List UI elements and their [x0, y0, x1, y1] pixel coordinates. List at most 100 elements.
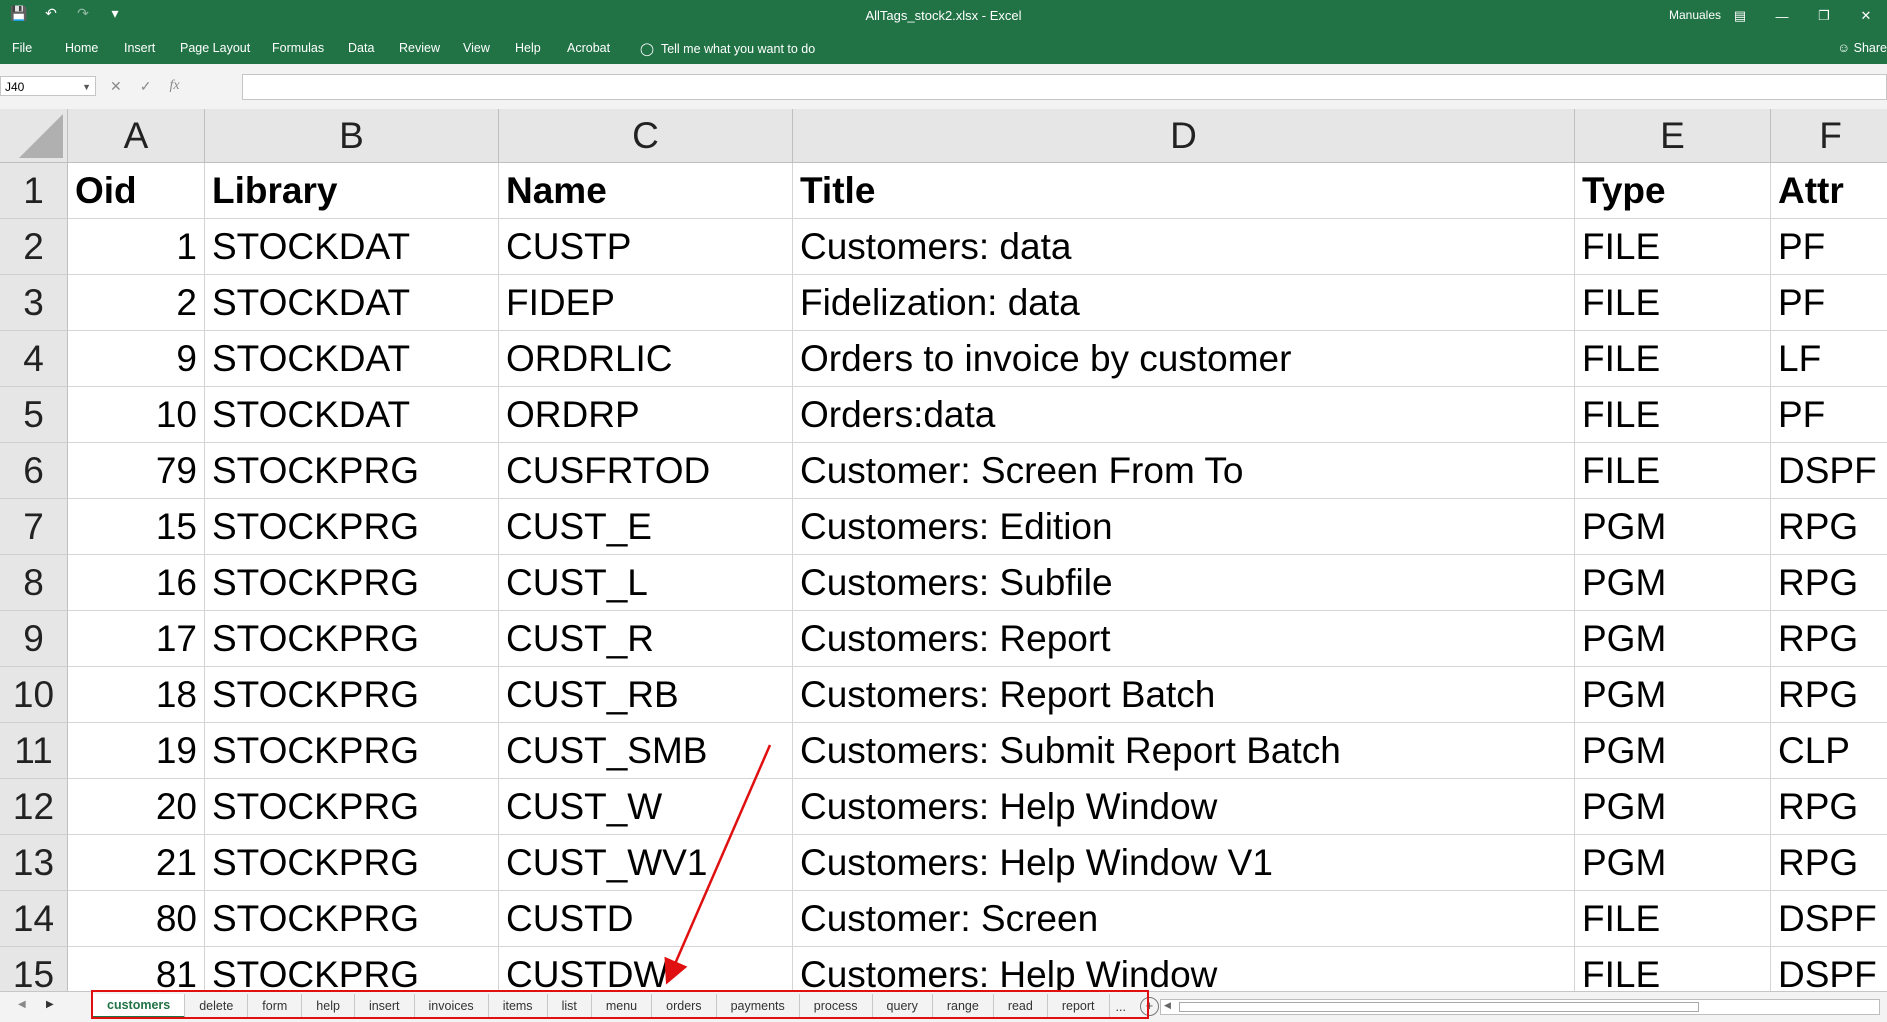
table-cell[interactable]: STOCKPRG: [205, 611, 499, 667]
table-cell[interactable]: Customers: Submit Report Batch: [793, 723, 1575, 779]
tab-home[interactable]: Home: [65, 41, 98, 55]
tab-help[interactable]: Help: [515, 41, 541, 55]
name-box[interactable]: J40 ▼: [0, 76, 96, 96]
column-header-d[interactable]: D: [793, 109, 1575, 163]
sheet-tab-invoices[interactable]: invoices: [415, 994, 489, 1019]
table-cell[interactable]: STOCKPRG: [205, 555, 499, 611]
table-cell[interactable]: ORDRLIC: [499, 331, 793, 387]
header-cell[interactable]: Type: [1575, 163, 1771, 219]
table-cell[interactable]: RPG: [1771, 555, 1887, 611]
row-header[interactable]: 11: [0, 723, 68, 779]
table-cell[interactable]: Orders:data: [793, 387, 1575, 443]
row-header[interactable]: 14: [0, 891, 68, 947]
row-header[interactable]: 7: [0, 499, 68, 555]
table-cell[interactable]: 10: [68, 387, 205, 443]
table-cell[interactable]: Customers: Help Window: [793, 779, 1575, 835]
table-cell[interactable]: ORDRP: [499, 387, 793, 443]
row-header[interactable]: 13: [0, 835, 68, 891]
table-cell[interactable]: STOCKPRG: [205, 891, 499, 947]
table-cell[interactable]: PF: [1771, 219, 1887, 275]
table-cell[interactable]: RPG: [1771, 779, 1887, 835]
table-cell[interactable]: STOCKPRG: [205, 835, 499, 891]
prev-sheet-icon[interactable]: ◀: [18, 999, 26, 1010]
scrollbar-thumb[interactable]: [1179, 1002, 1699, 1012]
table-cell[interactable]: CUSTD: [499, 891, 793, 947]
tell-me-search[interactable]: ◯ Tell me what you want to do: [640, 41, 815, 56]
table-cell[interactable]: CUST_R: [499, 611, 793, 667]
table-cell[interactable]: CUST_WV1: [499, 835, 793, 891]
table-cell[interactable]: Fidelization: data: [793, 275, 1575, 331]
row-header[interactable]: 9: [0, 611, 68, 667]
table-cell[interactable]: FILE: [1575, 443, 1771, 499]
row-header[interactable]: 8: [0, 555, 68, 611]
table-cell[interactable]: CUST_W: [499, 779, 793, 835]
tab-insert[interactable]: Insert: [124, 41, 155, 55]
minimize-icon[interactable]: —: [1761, 0, 1803, 32]
table-cell[interactable]: 80: [68, 891, 205, 947]
table-cell[interactable]: STOCKPRG: [205, 499, 499, 555]
table-cell[interactable]: CUSFRTOD: [499, 443, 793, 499]
sheet-tab-payments[interactable]: payments: [717, 994, 800, 1019]
header-cell[interactable]: Title: [793, 163, 1575, 219]
table-cell[interactable]: STOCKPRG: [205, 779, 499, 835]
more-sheets-button[interactable]: ...: [1110, 1000, 1132, 1014]
column-header-e[interactable]: E: [1575, 109, 1771, 163]
tab-formulas[interactable]: Formulas: [272, 41, 324, 55]
table-cell[interactable]: CLP: [1771, 723, 1887, 779]
table-cell[interactable]: PGM: [1575, 723, 1771, 779]
row-header[interactable]: 4: [0, 331, 68, 387]
table-cell[interactable]: FILE: [1575, 387, 1771, 443]
sheet-tab-list[interactable]: list: [548, 994, 592, 1019]
sheet-tab-help[interactable]: help: [302, 994, 355, 1019]
close-icon[interactable]: ✕: [1845, 0, 1887, 32]
column-header-f[interactable]: F: [1771, 109, 1887, 163]
sheet-tab-report[interactable]: report: [1048, 994, 1110, 1019]
table-cell[interactable]: FILE: [1575, 891, 1771, 947]
table-cell[interactable]: RPG: [1771, 499, 1887, 555]
table-cell[interactable]: STOCKDAT: [205, 275, 499, 331]
table-cell[interactable]: 17: [68, 611, 205, 667]
sheet-tab-form[interactable]: form: [248, 994, 303, 1019]
table-cell[interactable]: PGM: [1575, 611, 1771, 667]
table-cell[interactable]: PGM: [1575, 499, 1771, 555]
row-header[interactable]: 6: [0, 443, 68, 499]
header-cell[interactable]: Name: [499, 163, 793, 219]
tab-page-layout[interactable]: Page Layout: [180, 41, 250, 55]
table-cell[interactable]: 79: [68, 443, 205, 499]
horizontal-scrollbar[interactable]: ◀: [1160, 999, 1880, 1015]
table-cell[interactable]: 9: [68, 331, 205, 387]
cancel-icon[interactable]: ✕: [110, 76, 122, 96]
table-cell[interactable]: STOCKDAT: [205, 219, 499, 275]
scroll-left-icon[interactable]: ◀: [1164, 1000, 1171, 1011]
table-cell[interactable]: CUST_E: [499, 499, 793, 555]
table-cell[interactable]: CUST_RB: [499, 667, 793, 723]
row-header[interactable]: 1: [0, 163, 68, 219]
formula-input[interactable]: [242, 74, 1887, 100]
restore-icon[interactable]: ❐: [1803, 0, 1845, 32]
table-cell[interactable]: 20: [68, 779, 205, 835]
table-cell[interactable]: Customers: Report Batch: [793, 667, 1575, 723]
sheet-tab-menu[interactable]: menu: [592, 994, 653, 1019]
row-header[interactable]: 12: [0, 779, 68, 835]
tab-review[interactable]: Review: [399, 41, 440, 55]
table-cell[interactable]: Customers: Report: [793, 611, 1575, 667]
sheet-tab-query[interactable]: query: [873, 994, 933, 1019]
table-cell[interactable]: DSPF: [1771, 443, 1887, 499]
header-cell[interactable]: Attr: [1771, 163, 1887, 219]
table-cell[interactable]: DSPF: [1771, 891, 1887, 947]
table-cell[interactable]: Customers: Edition: [793, 499, 1575, 555]
table-cell[interactable]: FIDEP: [499, 275, 793, 331]
sheet-tab-customers[interactable]: customers: [93, 994, 186, 1019]
table-cell[interactable]: Customers: data: [793, 219, 1575, 275]
table-cell[interactable]: CUSTP: [499, 219, 793, 275]
sheet-tab-range[interactable]: range: [933, 994, 994, 1019]
table-cell[interactable]: CUST_L: [499, 555, 793, 611]
row-header[interactable]: 3: [0, 275, 68, 331]
header-cell[interactable]: Oid: [68, 163, 205, 219]
tab-acrobat[interactable]: Acrobat: [567, 41, 610, 55]
header-cell[interactable]: Library: [205, 163, 499, 219]
table-cell[interactable]: PGM: [1575, 555, 1771, 611]
row-header[interactable]: 2: [0, 219, 68, 275]
sheet-tab-read[interactable]: read: [994, 994, 1048, 1019]
table-cell[interactable]: Orders to invoice by customer: [793, 331, 1575, 387]
